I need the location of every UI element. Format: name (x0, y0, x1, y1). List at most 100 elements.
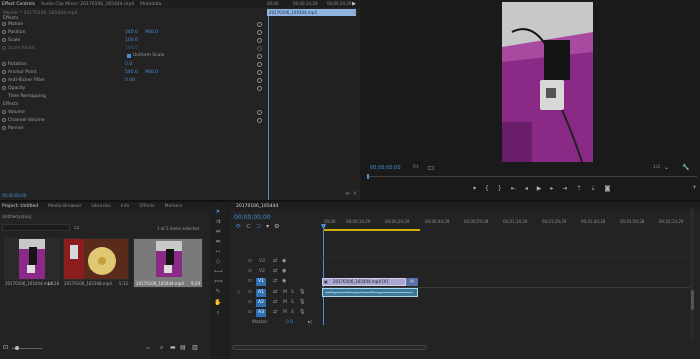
lock-icon[interactable]: ⊡ (3, 345, 8, 351)
nest-icon[interactable]: ⟳ (236, 224, 241, 230)
lock-track-icon[interactable]: ⊡ (248, 300, 252, 305)
reset-icon[interactable] (257, 69, 262, 75)
automate-icon[interactable]: ▭ (146, 345, 150, 351)
sync-lock-icon[interactable]: ⇄ (273, 268, 277, 274)
lock-track-icon[interactable]: ⊡ (248, 279, 252, 284)
stopwatch-icon[interactable] (2, 38, 6, 42)
mini-clip[interactable]: 20170106_165444.mp4 (267, 9, 356, 16)
tab-media-browser[interactable]: Media Browser (48, 204, 81, 209)
reset-icon[interactable] (257, 117, 262, 123)
sync-lock-icon[interactable]: ⇄ (273, 299, 277, 305)
audio-row[interactable]: Volume (0, 108, 265, 116)
selection-tool-icon[interactable]: ➤ (214, 208, 222, 215)
param-row[interactable]: Scale 100.0 (0, 36, 265, 44)
param-row[interactable]: Rotation 0.0 (0, 60, 265, 68)
tab-libraries[interactable]: Libraries (91, 204, 110, 209)
param-value-2[interactable]: 960.0 (145, 70, 158, 75)
project-item[interactable]: 20170106_165348.mp4 5;12 (63, 238, 129, 286)
mic-icon[interactable]: 🎙 (299, 299, 305, 305)
export-frame-icon[interactable]: ◙ (604, 186, 610, 192)
rate-stretch-icon[interactable]: ⇿ (214, 248, 222, 255)
zoom-icon[interactable]: ⌕ (214, 309, 222, 316)
reset-icon[interactable] (257, 61, 262, 67)
track-label[interactable]: A3 (256, 309, 266, 317)
time-remap-row[interactable]: Time Remapping (0, 92, 265, 100)
tab-project[interactable]: Project: Untitled (2, 204, 38, 209)
extract-icon[interactable]: ⇣ (590, 186, 595, 192)
source-patch-icon[interactable]: ▯ (237, 290, 239, 295)
slide-icon[interactable]: ⟺ (214, 278, 223, 285)
new-bin-icon[interactable]: ▭ (74, 224, 80, 231)
trash-icon[interactable]: ▥ (192, 345, 198, 351)
param-row[interactable]: Anti-flicker Filter 0.00 (0, 76, 265, 84)
reset-icon[interactable] (257, 37, 262, 43)
track-select-icon[interactable]: ⇉ (214, 218, 222, 225)
goto-in-icon[interactable]: ⇤ (511, 186, 516, 192)
lock-track-icon[interactable]: ⊡ (248, 310, 252, 315)
eye-icon[interactable]: ◉ (282, 268, 286, 274)
stopwatch-icon[interactable] (2, 30, 6, 34)
tab-info[interactable]: Info (121, 204, 130, 209)
fx-toggle-icon[interactable] (2, 118, 6, 122)
mute-button[interactable]: M (283, 290, 287, 295)
track-label[interactable]: V3 (259, 259, 265, 264)
timeline-vertical-scrollbar[interactable] (690, 208, 694, 338)
fit-dropdown[interactable]: Fit (413, 165, 418, 170)
goto-out-icon[interactable]: ⇥ (562, 186, 567, 192)
solo-button[interactable]: S (291, 300, 294, 305)
new-item-icon[interactable]: ▤ (180, 345, 186, 351)
lock-track-icon[interactable]: ⊡ (248, 269, 252, 274)
opacity-row[interactable]: Opacity (0, 84, 265, 92)
linked-selection-icon[interactable]: ⊃ (256, 224, 261, 230)
lift-icon[interactable]: ⇡ (576, 186, 581, 192)
timeline-timecode[interactable]: 00;00;00;00 (234, 214, 271, 221)
zoom-slider-handle[interactable] (15, 346, 19, 350)
play-icon[interactable]: ▶ (537, 186, 542, 192)
video-clip[interactable]: 20170106_165444.mp4 [V] (322, 278, 406, 286)
param-value-2[interactable]: 960.0 (145, 30, 158, 35)
sync-lock-icon[interactable]: ⇄ (273, 278, 277, 284)
export-icon[interactable]: ⇪ (353, 191, 357, 197)
mic-icon[interactable]: 🎙 (299, 289, 305, 295)
new-bin-bottom-icon[interactable]: ▬ (170, 345, 176, 351)
mute-button[interactable]: M (283, 310, 287, 315)
fx-toggle-icon[interactable] (2, 86, 6, 90)
reset-icon[interactable] (257, 85, 262, 91)
reset-icon[interactable] (257, 77, 262, 83)
sync-lock-icon[interactable]: ⇄ (273, 289, 277, 295)
timeline-scrollbar[interactable] (232, 345, 427, 350)
uniform-scale-checkbox[interactable] (127, 54, 131, 58)
wrench-icon[interactable]: 🔧 (682, 165, 689, 171)
param-value[interactable]: 0.00 (125, 78, 135, 83)
fit-dropdown-chevron[interactable] (428, 166, 434, 170)
param-value[interactable]: 0.0 (125, 62, 132, 67)
search-input[interactable] (2, 224, 70, 231)
program-timecode[interactable]: 00;00;00;00 (370, 165, 401, 171)
timeline-vertical-scroll-thumb[interactable] (691, 290, 694, 310)
solo-button[interactable]: S (291, 290, 294, 295)
fx-toggle-icon[interactable] (2, 22, 6, 26)
reset-icon[interactable] (257, 53, 262, 59)
tab-audio-clip-mixer[interactable]: Audio Clip Mixer: 20170106_165444.mp4 (41, 2, 134, 7)
add-marker-icon[interactable]: ▾ (266, 224, 269, 230)
fx-motion-row[interactable]: Motion (0, 20, 265, 28)
track-label[interactable]: A1 (256, 289, 266, 297)
tab-metadata[interactable]: Metadata (140, 2, 161, 7)
solo-button[interactable]: S (291, 310, 294, 315)
out-point-icon[interactable]: } (498, 186, 502, 192)
sync-lock-icon[interactable]: ⇄ (273, 258, 277, 264)
param-value[interactable]: 540.0 (125, 70, 138, 75)
mic-icon[interactable]: 🎙 (299, 309, 305, 315)
stopwatch-icon[interactable] (2, 62, 6, 66)
program-video-frame[interactable] (502, 2, 593, 162)
master-end-icon[interactable]: ▸| (308, 320, 312, 325)
audio-row[interactable]: Panner (0, 124, 265, 132)
ripple-edit-icon[interactable]: ⇹ (214, 228, 222, 235)
master-volume-value[interactable]: 0.0 (286, 320, 293, 325)
effect-controls-timecode[interactable]: 00;00;00;00 (2, 193, 26, 198)
program-playhead[interactable] (367, 174, 369, 179)
track-label[interactable]: V1 (256, 278, 266, 286)
project-item-selected[interactable]: 20170106_165444.mp4 9;29 (133, 238, 203, 288)
audio-row[interactable]: Channel Volume (0, 116, 265, 124)
reset-icon[interactable] (257, 21, 262, 27)
